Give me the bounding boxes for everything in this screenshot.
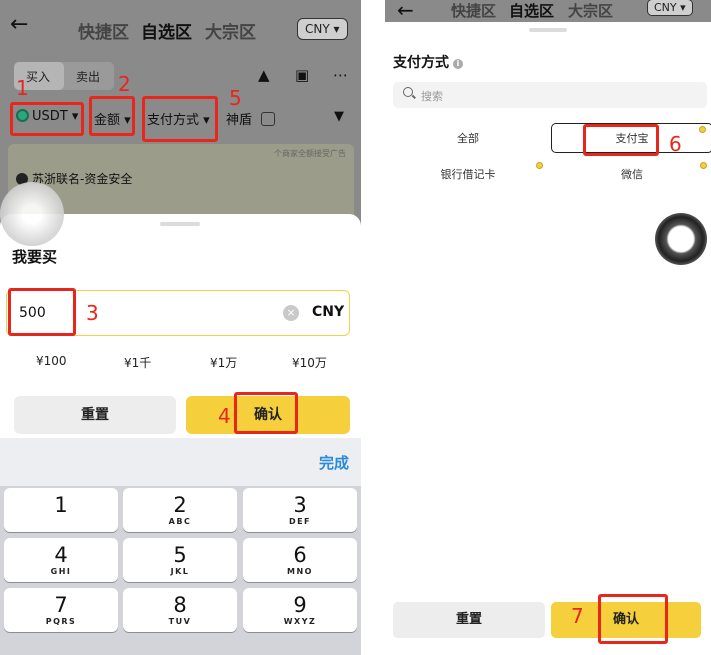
sheet-title: 支付方式 i xyxy=(393,52,463,72)
search-icon xyxy=(403,87,413,97)
reset-button[interactable]: 重置 xyxy=(393,602,545,638)
key-6[interactable]: 6 MNO xyxy=(243,538,357,582)
key-number: 9 xyxy=(293,593,307,617)
annotation-box-6 xyxy=(583,124,659,156)
reset-button[interactable]: 重置 xyxy=(14,396,176,434)
key-letters: ABC xyxy=(168,517,192,526)
assistive-touch-button[interactable] xyxy=(655,213,707,265)
shield-filter-label: 神盾 xyxy=(226,113,253,128)
quick-amount-100[interactable]: ¥100 xyxy=(36,354,67,368)
payment-option-label: 银行借记卡 xyxy=(440,168,496,181)
key-number: 2 xyxy=(173,493,187,517)
arrow-left-icon[interactable]: ← xyxy=(10,12,28,37)
info-icon[interactable]: i xyxy=(453,59,463,69)
tab-optional[interactable]: 自选区 xyxy=(509,0,554,21)
tab-sell[interactable]: 卖出 xyxy=(76,68,100,85)
badge-icon xyxy=(536,162,543,169)
key-number: 4 xyxy=(54,543,68,567)
badge-icon xyxy=(700,162,707,169)
sheet-title: 我要买 xyxy=(12,248,58,266)
payment-option-label: 微信 xyxy=(621,168,643,181)
key-letters: GHI xyxy=(50,567,72,576)
keyboard-done-button[interactable]: 完成 xyxy=(319,452,349,473)
key-letters: JKL xyxy=(170,567,190,576)
quick-amount-1k[interactable]: ¥1千 xyxy=(124,354,151,371)
annotation-box-3 xyxy=(8,288,76,336)
key-letters: WXYZ xyxy=(283,617,317,626)
annotation-number-1: 1 xyxy=(16,76,29,100)
top-bar: ← 快捷区 自选区 大宗区 CNY ▾ xyxy=(0,8,361,48)
key-8[interactable]: 8 TUV xyxy=(123,588,237,632)
annotation-number-7: 7 xyxy=(571,604,584,628)
key-7[interactable]: 7 PQRS xyxy=(4,588,118,632)
payment-option-wechat[interactable]: 微信 xyxy=(551,160,711,190)
dimmed-background: ← 快捷区 自选区 大宗区 CNY ▾ xyxy=(385,0,711,22)
key-letters: TUV xyxy=(168,617,192,626)
payment-method-sheet: 支付方式 i 搜索 全部 支付宝 银行借记卡 微信 重置 确认 xyxy=(385,22,711,655)
right-screen: ← 快捷区 自选区 大宗区 CNY ▾ 支付方式 i 搜索 全部 支付宝 银行借记… xyxy=(385,0,711,655)
annotation-box-1 xyxy=(10,102,84,136)
arrow-left-icon[interactable]: ← xyxy=(397,0,414,22)
sheet-handle[interactable] xyxy=(529,28,567,32)
tab-buy[interactable]: 买入 xyxy=(26,68,50,85)
annotation-number-5: 5 xyxy=(229,86,242,110)
search-placeholder: 搜索 xyxy=(421,90,443,103)
key-2[interactable]: 2 ABC xyxy=(123,488,237,532)
tab-bulk[interactable]: 大宗区 xyxy=(568,0,613,21)
annotation-number-4: 4 xyxy=(218,404,231,428)
numeric-keyboard: 完成 1 2 ABC 3 DEF 4 GHI 5 JKL 6 MNO 7 PQRS 8 TUV… xyxy=(0,438,361,655)
currency-select[interactable]: CNY ▾ xyxy=(647,0,693,16)
amount-unit: CNY xyxy=(312,304,345,320)
tab-bulk[interactable]: 大宗区 xyxy=(205,18,256,43)
badge-icon xyxy=(699,126,706,133)
quick-amount-10k[interactable]: ¥1万 xyxy=(210,354,237,371)
buy-sell-toggle: 买入 卖出 xyxy=(14,62,114,90)
ad-note: 个商家全额接受广告 xyxy=(274,149,346,158)
share-icon[interactable]: ▲ xyxy=(258,66,270,84)
key-number: 7 xyxy=(54,593,68,617)
annotation-box-4 xyxy=(234,392,298,434)
search-input[interactable]: 搜索 xyxy=(393,82,707,108)
key-number: 3 xyxy=(293,493,307,517)
filter-funnel-icon[interactable]: ▼ xyxy=(334,109,344,124)
key-1[interactable]: 1 xyxy=(4,488,118,532)
left-screen: ← 快捷区 自选区 大宗区 CNY ▾ 买入 卖出 ▲ ▣ ⋯ USDT ▾ 金… xyxy=(0,0,361,655)
merchant-label: 苏浙联名-资金安全 xyxy=(32,172,133,186)
key-3[interactable]: 3 DEF xyxy=(243,488,357,532)
key-letters: DEF xyxy=(288,517,312,526)
annotation-box-5 xyxy=(142,96,218,142)
payment-option-all[interactable]: 全部 xyxy=(387,124,549,154)
keyboard-toolbar: 完成 xyxy=(0,438,361,486)
key-letters: PQRS xyxy=(45,617,77,626)
key-9[interactable]: 9 WXYZ xyxy=(243,588,357,632)
quick-amount-100k[interactable]: ¥10万 xyxy=(292,354,327,371)
annotation-number-3: 3 xyxy=(86,301,99,325)
clear-icon[interactable]: × xyxy=(283,305,299,321)
key-4[interactable]: 4 GHI xyxy=(4,538,118,582)
order-icon[interactable]: ▣ xyxy=(295,66,309,84)
sheet-handle[interactable] xyxy=(160,222,200,226)
currency-select[interactable]: CNY ▾ xyxy=(297,18,348,40)
key-number: 8 xyxy=(173,593,187,617)
tab-optional[interactable]: 自选区 xyxy=(141,18,192,43)
tab-quick[interactable]: 快捷区 xyxy=(451,0,496,21)
key-number: 5 xyxy=(173,543,187,567)
more-icon[interactable]: ⋯ xyxy=(333,66,348,84)
annotation-number-6: 6 xyxy=(669,132,682,156)
tab-quick[interactable]: 快捷区 xyxy=(78,18,129,43)
floating-avatar[interactable] xyxy=(0,182,64,246)
key-number: 1 xyxy=(54,493,68,517)
annotation-box-2 xyxy=(89,96,135,136)
annotation-number-2: 2 xyxy=(118,72,131,96)
sheet-title-label: 支付方式 xyxy=(393,55,449,71)
key-number: 6 xyxy=(293,543,307,567)
shield-checkbox[interactable] xyxy=(261,112,275,126)
annotation-box-7 xyxy=(598,594,668,644)
payment-option-bank-card[interactable]: 银行借记卡 xyxy=(387,160,549,190)
key-5[interactable]: 5 JKL xyxy=(123,538,237,582)
key-letters: MNO xyxy=(287,567,313,576)
